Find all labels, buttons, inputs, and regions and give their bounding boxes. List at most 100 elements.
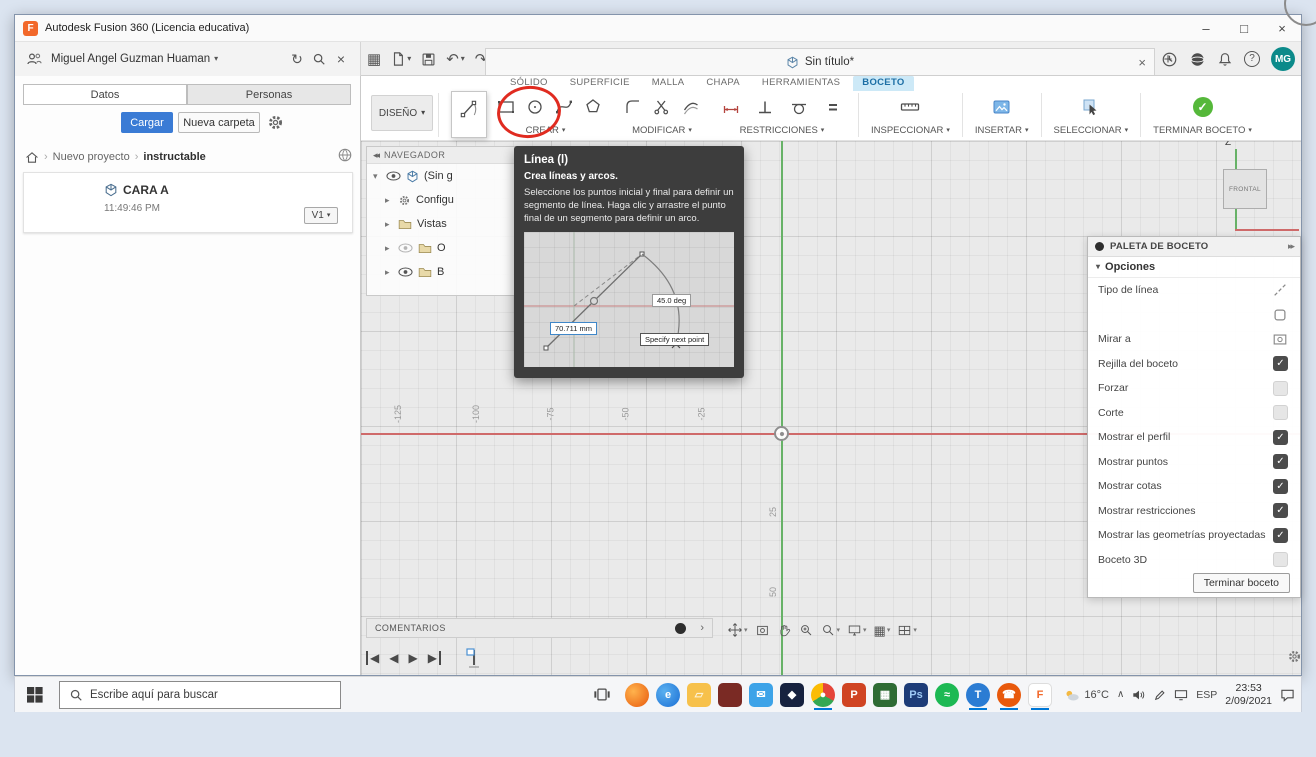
linetype-icon[interactable] [1272, 282, 1288, 298]
close-button[interactable]: × [1263, 15, 1301, 42]
eye-icon[interactable] [386, 171, 401, 181]
horizontal-vertical-constraint[interactable] [752, 94, 778, 120]
timeline-marker[interactable] [465, 648, 483, 668]
rectangle-tool[interactable] [493, 94, 519, 120]
language-indicator[interactable]: ESP [1196, 689, 1217, 701]
volume-icon[interactable] [1132, 689, 1146, 701]
viewports-button[interactable] [897, 623, 917, 638]
collapsed-icon[interactable] [385, 196, 393, 205]
zoom-window-button[interactable] [799, 623, 814, 638]
breadcrumb-folder[interactable]: instructable [143, 151, 205, 163]
timeline-settings-gear-icon[interactable] [1287, 649, 1302, 664]
options-section-header[interactable]: Opciones [1088, 257, 1300, 278]
version-button[interactable]: V1 [304, 207, 338, 224]
expand-icon[interactable] [373, 172, 381, 181]
slice-checkbox[interactable] [1273, 405, 1288, 421]
timeline-go-end-button[interactable]: ▶ [428, 651, 441, 665]
comments-bar[interactable]: COMENTARIOS [366, 618, 713, 638]
ribbon-tab-superficie[interactable]: SUPERFICIE [561, 76, 639, 91]
pen-icon[interactable] [1154, 689, 1166, 701]
navigator-item-views[interactable]: Vistas [367, 212, 521, 236]
fusion-360-icon[interactable]: F [1026, 680, 1054, 710]
dock-panel-icon[interactable] [1288, 242, 1293, 251]
fillet-tool[interactable] [620, 94, 646, 120]
mail-icon[interactable]: ✉ [747, 680, 775, 710]
collapse-panel-icon[interactable] [373, 151, 378, 160]
equal-constraint[interactable] [820, 94, 846, 120]
ribbon-tab-boceto[interactable]: BOCETO [853, 76, 914, 91]
job-status-icon[interactable] [1161, 51, 1178, 68]
pan-button[interactable] [777, 623, 792, 638]
folder-sync-icon[interactable] [337, 147, 353, 163]
firefox-icon[interactable] [623, 680, 651, 710]
view-cube[interactable]: Z FRONTAL X [1211, 141, 1301, 237]
account-avatar[interactable]: MG [1271, 47, 1295, 71]
circle-tool[interactable] [522, 94, 548, 120]
profile-checkbox[interactable] [1273, 429, 1288, 445]
file-menu-button[interactable] [391, 51, 411, 67]
timeline-step-back-button[interactable]: ◀ [389, 651, 398, 665]
display-settings-button[interactable] [847, 623, 867, 638]
action-center-icon[interactable] [1280, 688, 1295, 702]
panel-settings-gear-icon[interactable] [267, 114, 284, 131]
refresh-icon[interactable] [286, 52, 308, 66]
construction-icon[interactable] [1272, 307, 1288, 323]
navigator-root-item[interactable]: (Sin g [367, 164, 521, 188]
save-icon[interactable] [421, 52, 436, 67]
collapsed-icon[interactable] [385, 220, 393, 229]
insert-image-tool[interactable] [989, 94, 1015, 120]
sketch-3d-checkbox[interactable] [1273, 552, 1288, 568]
photoshop-icon[interactable]: Ps [902, 680, 930, 710]
start-button[interactable] [27, 687, 43, 703]
user-name-dropdown[interactable]: Miguel Angel Guzman Huaman [51, 53, 210, 65]
undo-button[interactable] [446, 52, 465, 67]
tab-datos[interactable]: Datos [23, 84, 187, 105]
extensions-icon[interactable] [1189, 51, 1206, 68]
origin-point[interactable] [774, 426, 789, 441]
zoom-button[interactable] [821, 623, 841, 638]
eye-off-icon[interactable] [398, 243, 413, 253]
sketch-dimension-tool[interactable] [718, 94, 744, 120]
look-at-icon[interactable] [1272, 332, 1288, 347]
document-card[interactable]: CARA A 11:49:46 PM V1 [23, 172, 353, 233]
timeline-play-button[interactable]: ▶ [408, 651, 417, 665]
search-icon[interactable] [308, 52, 330, 66]
dimensions-checkbox[interactable] [1273, 478, 1288, 494]
constraints-checkbox[interactable] [1273, 503, 1288, 519]
spline-tool[interactable] [551, 94, 577, 120]
search-input[interactable] [90, 689, 331, 701]
group-label-restricciones[interactable]: RESTRICCIONES [740, 123, 825, 137]
finish-sketch-palette-button[interactable]: Terminar boceto [1192, 573, 1290, 593]
orbit-button[interactable] [727, 622, 748, 638]
measure-tool[interactable] [897, 94, 923, 120]
look-at-button[interactable] [755, 623, 770, 638]
ribbon-tab-malla[interactable]: MALLA [643, 76, 694, 91]
group-label-inspeccionar[interactable]: INSPECCIONAR [871, 123, 950, 137]
collapsed-icon[interactable] [385, 268, 393, 277]
new-folder-button[interactable]: Nueva carpeta [178, 112, 260, 133]
finish-sketch-button[interactable]: TERMINAR BOCETO [1153, 123, 1252, 137]
file-explorer-icon[interactable]: ▱ [685, 680, 713, 710]
app-grid-icon[interactable] [367, 52, 381, 67]
offset-tool[interactable] [678, 94, 704, 120]
expand-comments-icon[interactable] [700, 623, 704, 634]
task-view-button[interactable] [593, 686, 611, 703]
snap-checkbox[interactable] [1273, 380, 1288, 396]
tangent-constraint[interactable] [786, 94, 812, 120]
dropbox-icon[interactable]: ◆ [778, 680, 806, 710]
close-panel-icon[interactable] [330, 52, 352, 66]
group-label-crear[interactable]: CREAR [526, 123, 566, 137]
breadcrumb-project[interactable]: Nuevo proyecto [53, 151, 130, 163]
polygon-tool[interactable] [580, 94, 606, 120]
navigator-item-sketches[interactable]: B [367, 260, 521, 284]
projected-geometry-checkbox[interactable] [1273, 527, 1288, 543]
powerpoint-icon[interactable]: P [840, 680, 868, 710]
display-icon[interactable] [1174, 689, 1188, 701]
taskbar-search[interactable] [59, 681, 341, 709]
maximize-button[interactable]: □ [1225, 15, 1263, 42]
ribbon-tab-solido[interactable]: SÓLIDO [501, 76, 557, 91]
viewcube-front-face[interactable]: FRONTAL [1223, 169, 1267, 209]
navigator-item-settings[interactable]: Configu [367, 188, 521, 212]
weather-widget[interactable]: 16°C [1064, 689, 1109, 702]
clock[interactable]: 23:53 2/09/2021 [1225, 682, 1272, 708]
